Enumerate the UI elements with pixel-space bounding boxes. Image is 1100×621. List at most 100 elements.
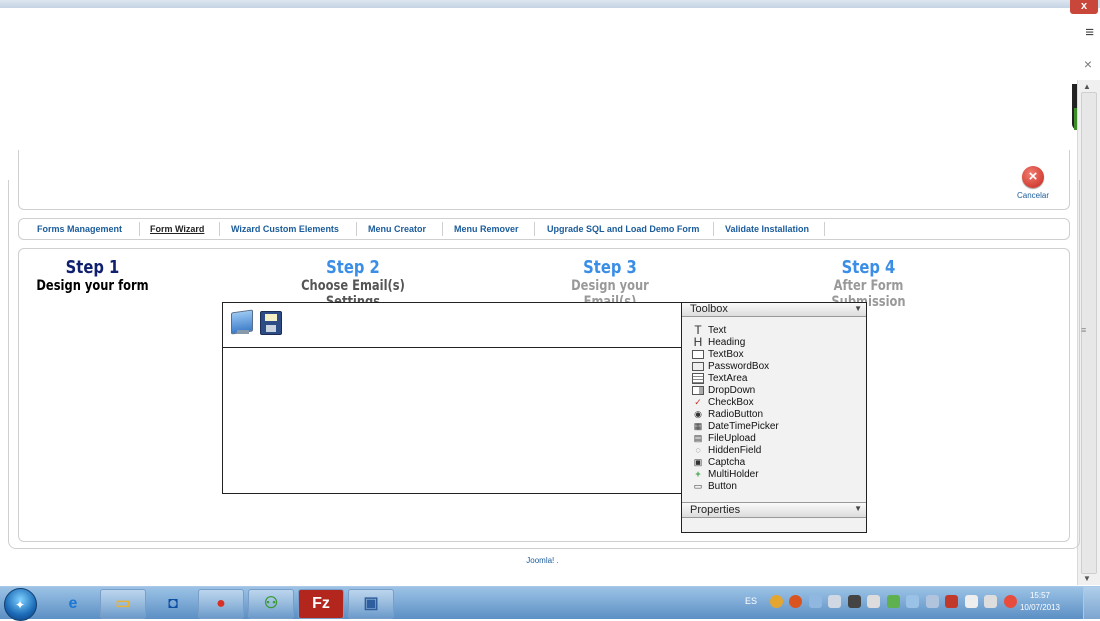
menu-icon[interactable]: ≡ [1085, 24, 1094, 41]
toolbox-item-label: FileUpload [708, 433, 756, 444]
toolbox-item-textarea[interactable]: TextArea [692, 373, 779, 385]
alert-icon[interactable] [789, 595, 803, 608]
hidden-field-icon: ◌ [695, 445, 701, 456]
submenu-separator [713, 222, 714, 236]
heading-icon: H [693, 335, 703, 350]
toolbox-item-label: DropDown [708, 385, 756, 396]
volume-muted-icon[interactable] [1003, 595, 1017, 608]
toolbox-item-label: TextArea [708, 373, 748, 385]
toolbox-header[interactable]: Toolbox ▼ [682, 303, 866, 317]
submenu-item-forms-management[interactable]: Forms Management [37, 224, 122, 234]
flag-icon[interactable] [945, 595, 959, 608]
textarea-icon [692, 373, 704, 384]
scroll-grip-icon: ≡ [1081, 325, 1087, 335]
scroll-down-arrow-icon[interactable]: ▼ [1083, 574, 1091, 583]
cancel-label: Cancelar [1016, 191, 1049, 200]
cancel-button[interactable]: × Cancelar [1013, 166, 1053, 200]
button-icon: ▭ [693, 481, 703, 492]
chrome-icon[interactable]: ● [198, 589, 244, 619]
cancel-icon[interactable]: × [1022, 166, 1044, 188]
dropdown-icon [692, 385, 704, 395]
submenu-item-menu-remover[interactable]: Menu Remover [454, 224, 519, 234]
monitor-stand-icon [237, 330, 249, 334]
submenu-item-upgrade-sql[interactable]: Upgrade SQL and Load Demo Form [547, 224, 699, 234]
toolbox-item-passwordbox[interactable]: PasswordBox [692, 361, 779, 373]
toolbox-item-dropdown[interactable]: DropDown [692, 385, 779, 397]
properties-header[interactable]: Properties ▼ [682, 502, 866, 518]
submenu-separator [534, 222, 535, 236]
textbox-icon [692, 349, 704, 359]
toolbox-item-text[interactable]: T Text [692, 324, 779, 337]
vertical-scrollbar[interactable]: ▲ ≡ ▼ [1077, 80, 1100, 585]
captcha-icon: ▣ [693, 457, 703, 468]
form-canvas[interactable] [222, 302, 682, 494]
toolbox-item-checkbox[interactable]: ✓ CheckBox [692, 397, 779, 409]
sync-icon[interactable] [906, 595, 920, 608]
filezilla-icon[interactable]: Fz [298, 589, 344, 619]
calendar-icon: ▦ [693, 421, 703, 432]
language-indicator[interactable]: ES [745, 596, 757, 606]
file-explorer-icon[interactable]: ▭ [100, 589, 146, 619]
step-title: Step 1 [65, 257, 120, 278]
clock-date: 10/07/2013 [1019, 603, 1060, 612]
clock[interactable]: 15:57 10/07/2013 [1020, 590, 1060, 614]
show-desktop-button[interactable] [1083, 587, 1100, 619]
footer-joomla-link[interactable]: Joomla! . [0, 556, 1085, 565]
signal-icon[interactable] [984, 595, 998, 608]
close-icon[interactable]: × [1084, 56, 1092, 72]
submenu-separator [356, 222, 357, 236]
submenu: Forms Management Form Wizard Wizard Cust… [18, 218, 1070, 240]
submenu-item-validate-installation[interactable]: Validate Installation [725, 224, 809, 234]
toolbox-item-heading[interactable]: H Heading [692, 335, 779, 350]
start-button[interactable]: ✦ [4, 588, 37, 621]
toolbox-item-hiddenfield[interactable]: ◌ HiddenField [692, 445, 779, 457]
submenu-separator [442, 222, 443, 236]
properties-title: Properties [690, 504, 741, 516]
radio-icon: ◉ [694, 409, 702, 420]
toolbox-item-label: PasswordBox [708, 361, 770, 372]
image-viewer-icon[interactable]: ▣ [348, 589, 394, 619]
toolbox-item-label: CheckBox [708, 397, 754, 408]
toolbox-item-multiholder[interactable]: + MultiHolder [692, 469, 779, 481]
multiholder-icon: + [695, 469, 701, 480]
toolbox-title: Toolbox [690, 303, 728, 315]
window-close-button[interactable]: x [1070, 0, 1098, 14]
display-icon[interactable] [847, 595, 861, 608]
wizard-step-1[interactable]: Step 1 Design your form [33, 257, 152, 295]
toolbox-item-textbox[interactable]: TextBox [692, 349, 779, 361]
taskbar: ✦ e ▭ ◘ ● ⚇ Fz ▣ ES 15:57 10/07/2013 [0, 586, 1100, 621]
speaker-icon[interactable] [867, 595, 881, 608]
canvas-toolbar [223, 303, 681, 348]
toolbox-panel: Toolbox ▼ T Text H Heading TextBox Passwor… [681, 302, 867, 533]
save-floppy-icon[interactable] [260, 311, 282, 335]
toolbox-item-label: RadioButton [708, 409, 764, 420]
toolbox-item-button[interactable]: ▭ Button [692, 481, 779, 493]
toolbox-item-fileupload[interactable]: ▤ FileUpload [692, 433, 779, 445]
chevron-down-icon[interactable]: ▼ [854, 504, 862, 513]
submenu-item-form-wizard[interactable]: Form Wizard [150, 224, 204, 234]
submenu-separator [824, 222, 825, 236]
device-icon[interactable] [925, 595, 939, 608]
users-icon[interactable]: ⚇ [248, 589, 294, 619]
toolbox-item-label: Text [708, 325, 727, 336]
scroll-up-arrow-icon[interactable]: ▲ [1083, 82, 1091, 91]
toolbox-item-radiobutton[interactable]: ◉ RadioButton [692, 409, 779, 421]
internet-explorer-icon[interactable]: e [50, 589, 96, 619]
system-tray: ES [745, 595, 1021, 608]
toolbox-item-label: DateTimePicker [708, 421, 779, 432]
submenu-item-menu-creator[interactable]: Menu Creator [368, 224, 426, 234]
battery-icon[interactable] [964, 595, 978, 608]
toolbox-item-captcha[interactable]: ▣ Captcha [692, 457, 779, 469]
submenu-item-wizard-custom-elements[interactable]: Wizard Custom Elements [231, 224, 339, 234]
network-app-icon[interactable] [769, 595, 783, 608]
antivirus-icon[interactable] [808, 595, 822, 608]
media-player-icon[interactable]: ◘ [150, 589, 196, 619]
toolbox-list: T Text H Heading TextBox PasswordBox TextA… [692, 324, 779, 493]
file-upload-icon: ▤ [693, 433, 703, 444]
toolbox-item-datetimepicker[interactable]: ▦ DateTimePicker [692, 421, 779, 433]
toolbox-item-label: MultiHolder [708, 469, 759, 480]
update-icon[interactable] [886, 595, 900, 608]
chevron-down-icon[interactable]: ▼ [854, 304, 862, 313]
toolbar-panel: × Cancelar [18, 150, 1070, 210]
tray-app-icon[interactable] [828, 595, 842, 608]
